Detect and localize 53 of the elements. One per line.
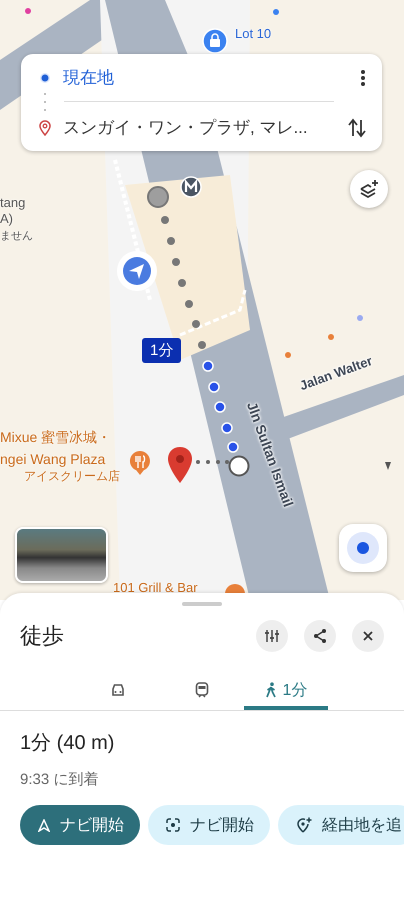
share-button[interactable] (304, 620, 336, 652)
map-label: A) (0, 212, 13, 226)
location-dot-icon (347, 532, 379, 564)
close-icon (362, 630, 374, 642)
layers-icon (359, 179, 379, 199)
add-stop-icon (296, 817, 312, 833)
poi-dot (25, 8, 31, 14)
start-navigation-button[interactable]: ナビ開始 (148, 805, 270, 845)
map-label: ません (0, 230, 33, 242)
street-view-thumbnail[interactable] (15, 527, 108, 583)
route-summary: 1分 (40 m) (20, 731, 116, 756)
arrival-time: 9:33 に到着 (20, 770, 100, 789)
sliders-icon (265, 629, 279, 643)
navigation-icon (38, 818, 50, 832)
map-label: tang (0, 196, 26, 210)
street-label: Jln Sultan Ismail (244, 400, 296, 510)
map-label: ngei Wang Plaza (0, 452, 106, 468)
car-icon (110, 683, 126, 697)
origin-field[interactable]: 現在地 (63, 66, 114, 89)
destination-pin-icon (167, 446, 193, 484)
route-duration-label: 1分 (142, 338, 182, 363)
more-options-icon[interactable] (360, 68, 366, 86)
travel-mode-tab[interactable]: 1分 (244, 674, 328, 710)
map-label: Mixue 蜜雪冰城・ (0, 430, 112, 446)
restaurant-icon (128, 450, 152, 476)
walking-person-icon (264, 682, 277, 698)
street-label: Jalan Walter (298, 354, 374, 394)
map-label: 101 Grill & Bar (113, 581, 198, 596)
swap-icon[interactable] (348, 118, 366, 138)
one-way-arrow-icon (385, 462, 391, 470)
location-pin-icon (39, 120, 51, 136)
camera-view-icon (166, 818, 180, 832)
my-location-button[interactable] (339, 524, 387, 572)
poi-dot (357, 315, 363, 321)
route-options-button[interactable] (256, 620, 288, 652)
map-label: アイスクリーム店 (24, 470, 120, 484)
share-icon (312, 628, 328, 644)
travel-mode-title: 徒歩 (20, 622, 65, 650)
connector-dots-drawing (194, 458, 230, 466)
train-icon (195, 682, 209, 698)
poi-dot (328, 334, 334, 340)
destination-field[interactable]: スンガイ・ワン・プラザ, マレ... (63, 116, 308, 139)
footpath (179, 290, 246, 336)
metro-icon (180, 176, 202, 198)
poi-dot (273, 9, 279, 15)
origin-dot-icon (39, 72, 51, 84)
map-label: Lot 10 (235, 27, 272, 42)
drag-handle[interactable] (182, 602, 222, 606)
start-navigation-button[interactable]: ナビ開始 (20, 805, 140, 845)
add-stop-button[interactable]: 経由地を追 (278, 805, 404, 845)
poi-dot (285, 352, 291, 358)
close-button[interactable] (352, 620, 384, 652)
restaurant-icon (224, 583, 246, 593)
